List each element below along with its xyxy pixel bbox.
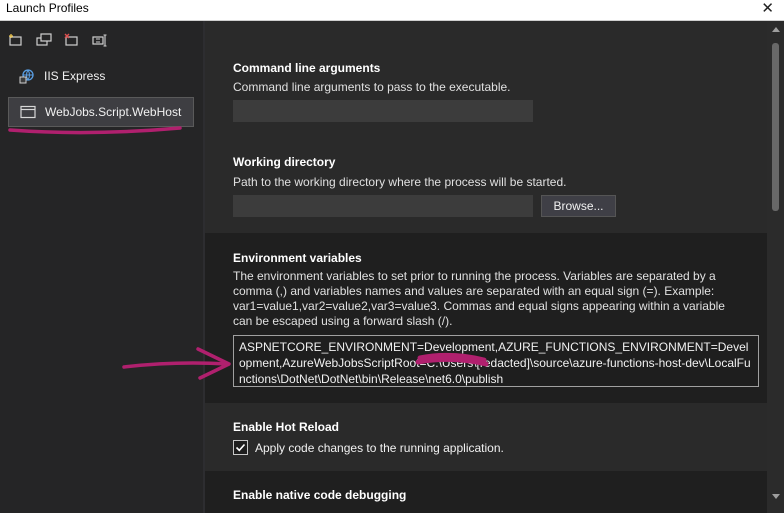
- section-description: Path to the working directory where the …: [233, 175, 567, 189]
- hot-reload-checkbox-label[interactable]: Apply code changes to the running applic…: [255, 441, 504, 455]
- environment-variables-input[interactable]: ASPNETCORE_ENVIRONMENT=Development,AZURE…: [233, 335, 759, 387]
- globe-icon: [18, 68, 36, 84]
- title-bar: Launch Profiles ✕: [0, 0, 784, 21]
- section-title: Enable Hot Reload: [233, 420, 340, 434]
- profile-label: WebJobs.Script.WebHost: [45, 105, 182, 119]
- section-title: Command line arguments: [233, 61, 381, 75]
- command-line-arguments-input[interactable]: [233, 100, 533, 122]
- section-environment-variables: Environment variables The environment va…: [205, 233, 767, 403]
- section-title: Enable native code debugging: [233, 488, 407, 502]
- scroll-up-icon[interactable]: [772, 27, 780, 32]
- profile-label: IIS Express: [44, 69, 106, 83]
- checkmark-icon: [235, 443, 246, 452]
- rename-profile-icon[interactable]: [90, 31, 110, 49]
- profile-webjobs-script-webhost[interactable]: WebJobs.Script.WebHost: [8, 97, 194, 127]
- hot-reload-checkbox[interactable]: [233, 440, 248, 455]
- section-title: Working directory: [233, 155, 336, 169]
- section-command-line-arguments: Command line arguments Command line argu…: [205, 21, 767, 139]
- delete-profile-icon[interactable]: [62, 31, 82, 49]
- section-description: Command line arguments to pass to the ex…: [233, 80, 511, 94]
- new-profile-icon[interactable]: [6, 31, 26, 49]
- section-description: The environment variables to set prior t…: [233, 269, 725, 328]
- window-title: Launch Profiles: [6, 1, 89, 15]
- profile-iis-express[interactable]: IIS Express: [8, 61, 194, 91]
- duplicate-profile-icon[interactable]: [34, 31, 54, 49]
- window-icon: [19, 104, 37, 120]
- section-enable-hot-reload: Enable Hot Reload Apply code changes to …: [205, 403, 767, 469]
- profiles-toolbar: [6, 31, 110, 49]
- section-enable-native-code-debugging: Enable native code debugging: [205, 471, 767, 513]
- working-directory-input[interactable]: [233, 195, 533, 217]
- browse-button[interactable]: Browse...: [541, 195, 616, 217]
- scrollbar-thumb[interactable]: [772, 43, 779, 211]
- close-icon[interactable]: ✕: [761, 0, 774, 17]
- section-title: Environment variables: [233, 251, 362, 265]
- profiles-sidebar: IIS Express WebJobs.Script.WebHost: [0, 21, 203, 513]
- section-working-directory: Working directory Path to the working di…: [205, 139, 767, 233]
- vertical-scrollbar[interactable]: [767, 21, 784, 513]
- profile-settings-panel: Command line arguments Command line argu…: [205, 21, 767, 513]
- scroll-down-icon[interactable]: [772, 494, 780, 499]
